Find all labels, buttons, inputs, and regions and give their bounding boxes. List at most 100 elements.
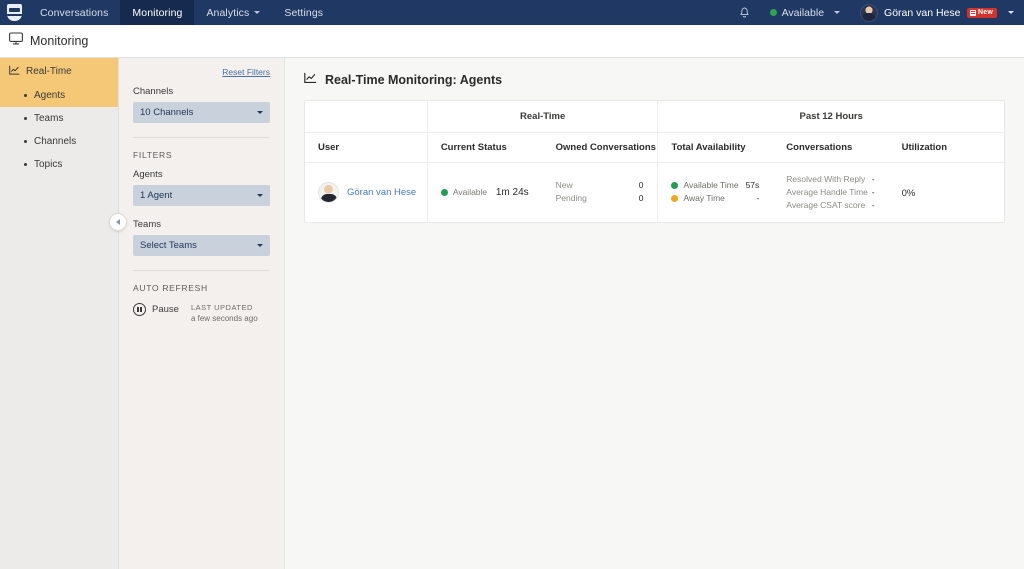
reset-filters-link[interactable]: Reset Filters [133, 67, 270, 77]
teams-filter-value: Select Teams [140, 240, 197, 251]
chevron-left-icon [116, 219, 120, 225]
sidebar-item-channels[interactable]: Channels [0, 130, 118, 153]
group-header-blank [305, 101, 427, 132]
sidebar-item-label: Agents [34, 90, 65, 101]
monitor-icon [9, 32, 23, 50]
nav-item-settings[interactable]: Settings [272, 0, 335, 25]
page-title: Monitoring [30, 34, 88, 48]
group-header-real-time: Real-Time [427, 101, 658, 132]
agents-filter-select[interactable]: 1 Agent [133, 185, 270, 206]
column-header-total-availability[interactable]: Total Availability [658, 132, 773, 162]
chart-line-icon [9, 65, 20, 78]
badge-label: New [978, 9, 993, 16]
gift-icon [970, 10, 976, 16]
metric-value: - [756, 192, 773, 205]
group-header-past-12-hours: Past 12 Hours [658, 101, 1004, 132]
bullet-icon [24, 94, 27, 97]
chevron-down-icon [257, 244, 263, 247]
sidebar-item-label: Topics [34, 159, 62, 170]
metric-key: Away Time [683, 192, 724, 205]
nav-label: Analytics [206, 7, 249, 19]
chevron-down-icon [254, 11, 260, 14]
nav-item-conversations[interactable]: Conversations [28, 0, 120, 25]
sidebar-item-label: Teams [34, 113, 63, 124]
chevron-down-icon [1008, 11, 1014, 14]
cell-total-availability: Available Time 57s Away Time - [658, 162, 773, 222]
availability-label: Available [782, 7, 824, 19]
cell-owned-conversations: New 0 Pending 0 [543, 162, 658, 222]
metric-row-away-time: Away Time - [671, 192, 773, 205]
user-name: Göran van Hese [884, 7, 960, 19]
current-status-label: Available [453, 187, 487, 197]
main-title: Real-Time Monitoring: Agents [325, 73, 502, 87]
status-dot-available [671, 182, 678, 189]
column-header-user[interactable]: User [305, 132, 427, 162]
left-sidebar: Real-Time Agents Teams Channels Topics [0, 58, 119, 569]
availability-status-menu[interactable]: Available [758, 7, 852, 19]
metric-value: 0 [639, 192, 658, 205]
nav-label: Settings [284, 7, 323, 19]
metric-row-average-handle-time: Average Handle Time - [786, 186, 888, 199]
metric-row-new: New 0 [556, 179, 658, 192]
pause-circle-icon [133, 303, 146, 316]
notification-bell-icon[interactable] [732, 7, 758, 19]
channels-filter-select[interactable]: 10 Channels [133, 102, 270, 123]
auto-refresh-row: Pause LAST UPDATED a few seconds ago [133, 302, 270, 323]
cell-conversations: Resolved With Reply - Average Handle Tim… [773, 162, 888, 222]
metric-key: Average Handle Time [786, 186, 868, 199]
last-updated-label: LAST UPDATED [191, 303, 258, 312]
nav-item-analytics[interactable]: Analytics [194, 0, 272, 25]
table-column-header-row: User Current Status Owned Conversations … [305, 132, 1004, 162]
column-header-utilization[interactable]: Utilization [889, 132, 1004, 162]
column-header-current-status[interactable]: Current Status [427, 132, 542, 162]
nav-label: Conversations [40, 7, 108, 19]
cell-utilization: 0% [889, 162, 1004, 222]
column-header-owned-conversations[interactable]: Owned Conversations [543, 132, 658, 162]
sidebar-section-label: Real-Time [26, 66, 72, 77]
metric-value: 57s [746, 179, 774, 192]
status-dot-available [770, 9, 777, 16]
column-header-conversations[interactable]: Conversations [773, 132, 888, 162]
teams-filter-select[interactable]: Select Teams [133, 235, 270, 256]
sidebar-item-teams[interactable]: Teams [0, 107, 118, 130]
chevron-down-icon [257, 111, 263, 114]
metric-value: - [872, 173, 889, 186]
page-header: Monitoring [0, 25, 1024, 58]
channels-filter-label: Channels [133, 86, 270, 97]
page-body: Real-Time Agents Teams Channels Topics R… [0, 58, 1024, 569]
main-content: Real-Time Monitoring: Agents Real-Time P… [285, 58, 1024, 569]
utilization-value: 0% [902, 188, 916, 199]
last-updated: LAST UPDATED a few seconds ago [191, 302, 258, 323]
metric-key: Pending [556, 192, 587, 205]
pause-label: Pause [152, 304, 179, 315]
nav-label: Monitoring [132, 7, 182, 19]
sidebar-item-topics[interactable]: Topics [0, 153, 118, 176]
sidebar-item-label: Channels [34, 136, 76, 147]
divider [133, 137, 270, 138]
top-navigation-bar: Conversations Monitoring Analytics Setti… [0, 0, 1024, 25]
user-account-menu[interactable]: Göran van Hese New [852, 4, 1014, 22]
status-dot-away [671, 195, 678, 202]
channels-filter-value: 10 Channels [140, 107, 193, 118]
current-status-duration: 1m 24s [496, 187, 543, 198]
sidebar-section-real-time[interactable]: Real-Time [0, 58, 118, 84]
table-row[interactable]: Göran van Hese Available 1m 24s [305, 162, 1004, 222]
pause-button[interactable]: Pause [133, 302, 179, 316]
agents-table-card: Real-Time Past 12 Hours User Current Sta… [304, 100, 1005, 223]
last-updated-value: a few seconds ago [191, 314, 258, 323]
cell-user: Göran van Hese [305, 162, 427, 222]
sidebar-item-agents[interactable]: Agents [0, 84, 118, 107]
cell-current-status: Available 1m 24s [427, 162, 542, 222]
chevron-down-icon [834, 11, 840, 14]
app-logo[interactable] [0, 0, 28, 25]
user-name-link[interactable]: Göran van Hese [347, 187, 416, 198]
chevron-down-icon [257, 194, 263, 197]
divider [133, 270, 270, 271]
metric-row-resolved-with-reply: Resolved With Reply - [786, 173, 888, 186]
status-badge-new[interactable]: New [967, 8, 998, 18]
metric-key: New [556, 179, 573, 192]
metric-value: 0 [639, 179, 658, 192]
sidebar-collapse-button[interactable] [109, 213, 127, 231]
agents-filter-value: 1 Agent [140, 190, 172, 201]
nav-item-monitoring[interactable]: Monitoring [120, 0, 194, 25]
